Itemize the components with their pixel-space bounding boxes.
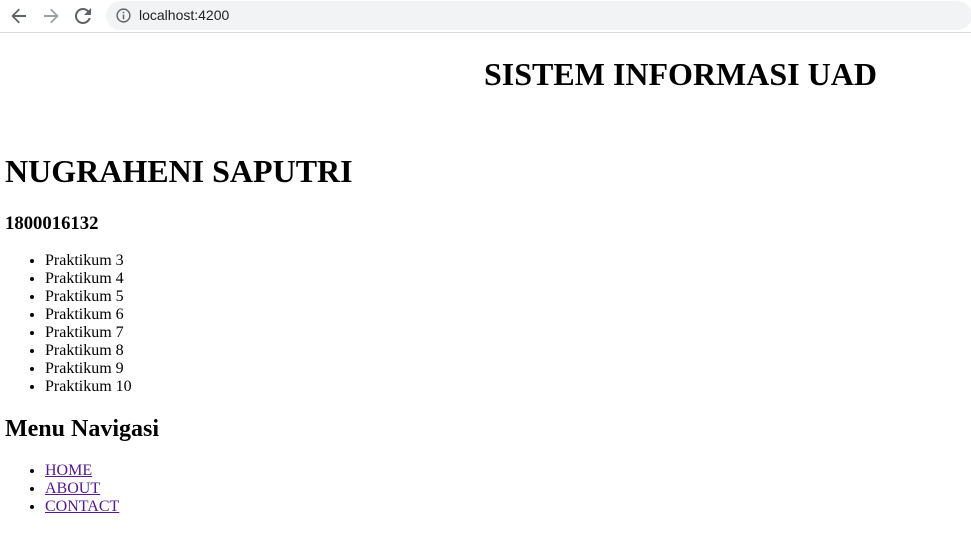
list-item: Praktikum 8 xyxy=(45,342,132,360)
list-item: Praktikum 5 xyxy=(45,288,132,306)
list-item: Praktikum 3 xyxy=(45,252,132,270)
nav-item-about: ABOUT xyxy=(45,480,119,498)
nav-item-contact: CONTACT xyxy=(45,498,119,516)
list-item: Praktikum 7 xyxy=(45,324,132,342)
student-id: 1800016132 xyxy=(5,213,99,234)
home-link[interactable]: HOME xyxy=(45,462,92,479)
nav-item-home: HOME xyxy=(45,462,119,480)
forward-button[interactable] xyxy=(38,3,64,29)
back-button[interactable] xyxy=(6,3,32,29)
list-item: Praktikum 6 xyxy=(45,306,132,324)
reload-button[interactable] xyxy=(70,3,96,29)
arrow-left-icon xyxy=(11,8,26,24)
list-item: Praktikum 10 xyxy=(45,378,132,396)
info-icon[interactable] xyxy=(116,8,131,23)
reload-icon xyxy=(75,8,91,24)
menu-heading: Menu Navigasi xyxy=(5,416,160,442)
nav-menu: HOME ABOUT CONTACT xyxy=(5,462,119,516)
about-link[interactable]: ABOUT xyxy=(45,480,100,497)
list-item: Praktikum 9 xyxy=(45,360,132,378)
browser-toolbar: localhost:4200 xyxy=(0,0,971,33)
student-name: NUGRAHENI SAPUTRI xyxy=(5,153,353,189)
praktikum-list: Praktikum 3 Praktikum 4 Praktikum 5 Prak… xyxy=(5,252,132,396)
list-item: Praktikum 4 xyxy=(45,270,132,288)
page-title: SISTEM INFORMASI UAD xyxy=(484,56,877,92)
url-text: localhost:4200 xyxy=(139,7,230,23)
arrow-right-icon xyxy=(44,8,59,24)
contact-link[interactable]: CONTACT xyxy=(45,498,119,515)
address-bar[interactable]: localhost:4200 xyxy=(106,1,971,30)
